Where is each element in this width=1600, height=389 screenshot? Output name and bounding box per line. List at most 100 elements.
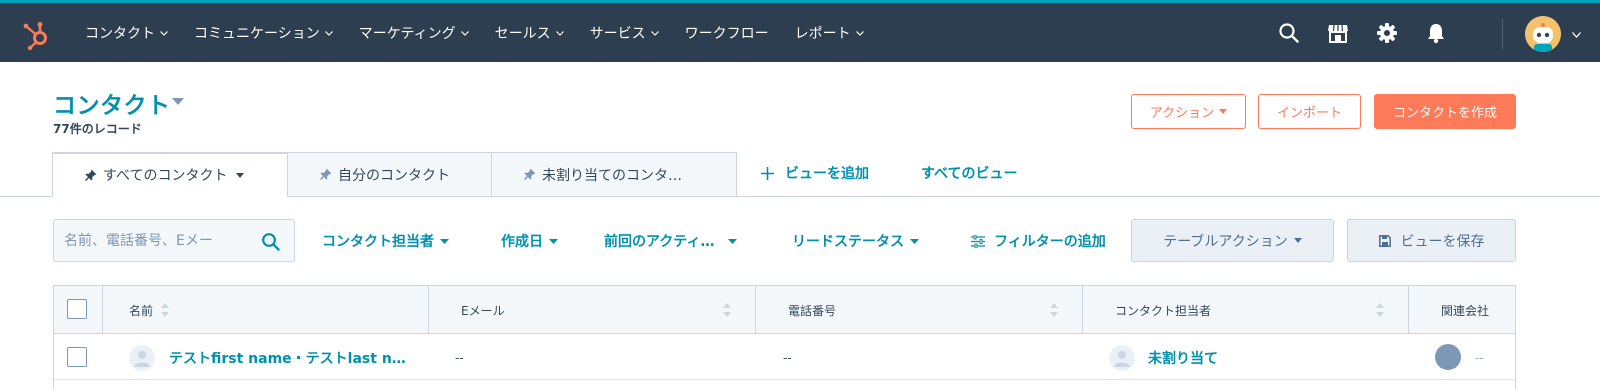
row-name-cell: テストfirst name・テストlast n… — [129, 335, 429, 380]
table-actions-label: テーブルアクション — [1163, 233, 1288, 250]
column-header-label: コンタクト担当者 — [1115, 303, 1212, 318]
add-view-label: ビューを追加 — [785, 166, 869, 182]
import-button-label: インポート — [1276, 106, 1342, 121]
sort-icon[interactable] — [161, 303, 169, 317]
sort-icon[interactable] — [723, 303, 731, 317]
top-navigation-bar: コンタクト コミュニケーション マーケティング セールス サービス ワークフロー… — [0, 0, 1600, 62]
filter-label: 作成日 — [501, 234, 543, 250]
tab-unassigned-contacts[interactable]: 未割り当てのコンタ… — [491, 152, 737, 197]
nav-item-service[interactable]: サービス — [577, 3, 672, 62]
column-header-name[interactable]: 名前 — [103, 286, 429, 334]
save-icon — [1378, 234, 1391, 247]
hubspot-logo-icon[interactable] — [20, 19, 52, 51]
row-select-cell — [54, 335, 103, 380]
tab-label: すべてのコンタクト — [103, 168, 228, 184]
filter-label: リードステータス — [792, 234, 904, 250]
person-icon — [1114, 351, 1130, 367]
gear-icon[interactable] — [1376, 22, 1398, 44]
contact-avatar — [129, 345, 155, 371]
company-value: -- — [1475, 350, 1484, 365]
add-filter-button[interactable]: フィルターの追加 — [971, 231, 1106, 251]
actions-button[interactable]: アクション — [1131, 94, 1246, 129]
pin-icon — [85, 169, 97, 181]
select-all-checkbox[interactable] — [67, 299, 87, 319]
search-icon[interactable] — [1278, 22, 1300, 44]
import-button[interactable]: インポート — [1258, 94, 1361, 129]
caret-down-icon[interactable] — [236, 172, 245, 178]
nav-item-reports[interactable]: レポート — [782, 3, 877, 62]
main-nav: コンタクト コミュニケーション マーケティング セールス サービス ワークフロー… — [72, 3, 877, 62]
nav-item-workflows[interactable]: ワークフロー — [672, 3, 782, 62]
owner-avatar — [1109, 345, 1135, 371]
column-header-owner[interactable]: コンタクト担当者 — [1083, 286, 1409, 334]
record-count: 77件のレコード — [53, 122, 142, 136]
filter-lead-status[interactable]: リードステータス — [792, 231, 919, 251]
contact-name-link[interactable]: テストfirst name・テストlast n… — [169, 348, 406, 368]
filter-last-activity[interactable]: 前回のアクティ… — [604, 231, 738, 251]
nav-item-label: コミュニケーション — [194, 25, 320, 42]
all-views-label: すべてのビュー — [921, 166, 1018, 182]
user-avatar[interactable] — [1525, 16, 1561, 52]
save-view-label: ビューを保存 — [1400, 233, 1485, 250]
column-header-phone[interactable]: 電話番号 — [756, 286, 1083, 334]
page-title[interactable]: コンタクト — [53, 86, 171, 120]
owner-link[interactable]: 未割り当て — [1148, 348, 1218, 368]
nav-divider — [1502, 19, 1503, 49]
tab-label: 自分のコンタクト — [338, 167, 450, 184]
create-contact-button[interactable]: コンタクトを作成 — [1374, 94, 1516, 129]
sort-icon[interactable] — [1050, 303, 1058, 317]
table-row: テストfirst name・テストlast n… -- -- 未割り当て -- — [54, 335, 1515, 380]
company-avatar — [1435, 344, 1461, 370]
filter-contact-owner[interactable]: コンタクト担当者 — [322, 231, 449, 251]
caret-down-icon — [1219, 109, 1228, 114]
sort-icon[interactable] — [1376, 303, 1384, 317]
robot-avatar-icon — [1525, 16, 1561, 52]
row-phone-cell: -- — [783, 335, 1083, 380]
pin-icon — [320, 168, 332, 180]
chevron-down-icon — [855, 31, 864, 36]
all-views-link[interactable]: すべてのビュー — [921, 163, 1017, 183]
filter-label: コンタクト担当者 — [322, 234, 434, 250]
caret-down-icon — [910, 238, 919, 244]
search-icon[interactable] — [261, 232, 281, 252]
nav-item-contacts[interactable]: コンタクト — [72, 3, 181, 62]
caret-down-icon — [1293, 238, 1302, 243]
nav-item-label: マーケティング — [358, 25, 456, 42]
nav-item-label: セールス — [494, 25, 551, 42]
row-company-cell: -- — [1435, 335, 1515, 380]
nav-item-label: レポート — [794, 25, 851, 42]
nav-item-label: サービス — [589, 25, 646, 42]
contacts-table: 名前 Eメール 電話番号 コンタクト担当者 関連会社 テストfirst name… — [53, 285, 1516, 389]
nav-item-conversations[interactable]: コミュニケーション — [181, 3, 346, 62]
filter-label: 前回のアクティ… — [604, 234, 715, 250]
chevron-down-icon[interactable] — [1572, 32, 1581, 38]
chevron-down-icon — [160, 31, 168, 36]
column-header-company[interactable]: 関連会社 — [1409, 286, 1515, 334]
person-icon — [134, 351, 150, 367]
phone-value: -- — [783, 350, 792, 365]
actions-button-label: アクション — [1149, 106, 1215, 121]
row-checkbox[interactable] — [67, 347, 87, 367]
bell-icon[interactable] — [1425, 22, 1447, 44]
create-contact-button-label: コンタクトを作成 — [1392, 106, 1497, 121]
save-view-button[interactable]: ビューを保存 — [1347, 219, 1516, 262]
tab-my-contacts[interactable]: 自分のコンタクト — [287, 152, 492, 197]
add-view-link[interactable]: ビューを追加 — [761, 163, 869, 183]
plus-icon — [761, 166, 774, 180]
row-owner-cell: 未割り当て — [1109, 335, 1409, 380]
column-header-email[interactable]: Eメール — [429, 286, 756, 334]
search-box — [53, 219, 295, 262]
caret-down-icon[interactable] — [172, 98, 184, 105]
search-input[interactable] — [64, 230, 254, 252]
tab-all-contacts[interactable]: すべてのコンタクト — [52, 152, 288, 197]
email-value: -- — [455, 350, 464, 365]
column-header-label: 電話番号 — [788, 303, 837, 318]
tab-label: 未割り当てのコンタ… — [542, 167, 682, 184]
marketplace-icon[interactable] — [1327, 22, 1349, 44]
nav-item-sales[interactable]: セールス — [482, 3, 577, 62]
filter-create-date[interactable]: 作成日 — [501, 231, 558, 251]
nav-item-marketing[interactable]: マーケティング — [346, 3, 482, 62]
chevron-down-icon — [460, 31, 469, 36]
table-actions-button[interactable]: テーブルアクション — [1131, 219, 1334, 262]
column-header-label: 名前 — [129, 303, 154, 318]
